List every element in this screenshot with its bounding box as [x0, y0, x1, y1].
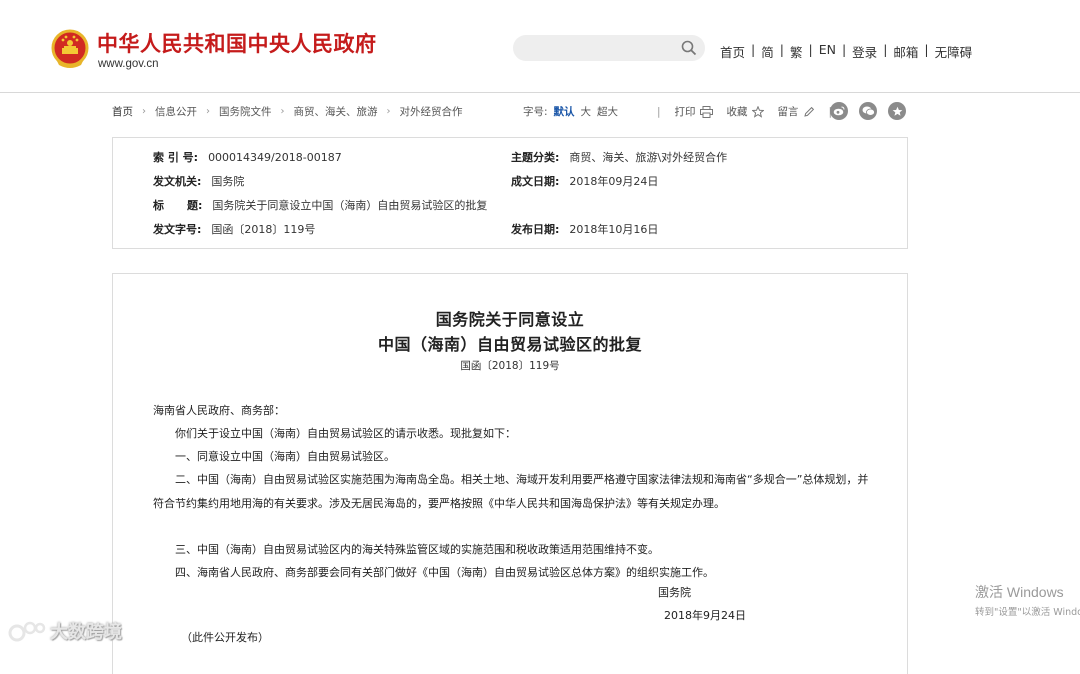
print-label: 打印	[674, 106, 696, 118]
breadcrumb-trade-customs-tourism[interactable]: 商贸、海关、旅游	[294, 104, 378, 119]
site-title[interactable]: 中华人民共和国中央人民政府	[97, 28, 377, 58]
nav-english[interactable]: EN	[819, 42, 836, 61]
share-buttons	[830, 102, 917, 120]
nav-separator: |	[779, 42, 784, 57]
info-category-value: 商贸、海关、旅游\对外经贸合作	[569, 151, 728, 164]
nav-traditional[interactable]: 繁	[790, 42, 803, 61]
info-issuer-value: 国务院	[211, 175, 245, 188]
nav-accessibility[interactable]: 无障碍	[935, 42, 973, 61]
breadcrumb-home[interactable]: 首页	[112, 104, 133, 119]
chevron-right-icon: ›	[386, 106, 391, 117]
info-category-key: 主题分类:	[511, 151, 560, 164]
page-actions: | 打印 收藏 留言 |	[657, 104, 846, 119]
watermark-logo-icon	[8, 621, 46, 642]
divider: |	[657, 105, 661, 118]
nav-login[interactable]: 登录	[852, 42, 877, 61]
weibo-icon[interactable]	[830, 102, 848, 120]
site-url[interactable]: www.gov.cn	[98, 58, 159, 70]
chevron-right-icon: ›	[206, 106, 210, 117]
chevron-right-icon: ›	[280, 106, 285, 117]
nav-separator: |	[924, 42, 929, 57]
article-date: 2018年9月24日	[664, 609, 746, 622]
nav-separator: |	[751, 42, 756, 57]
breadcrumb-info-disclosure[interactable]: 信息公开	[155, 104, 197, 119]
search-icon[interactable]	[681, 40, 697, 56]
activation-subtitle: 转到"设置"以激活 Windows。	[975, 607, 1080, 618]
font-size-label: 字号:	[523, 106, 548, 118]
nav-separator: |	[883, 42, 888, 57]
nav-separator: |	[841, 42, 847, 57]
info-created: 成文日期: 2018年09月24日	[511, 173, 658, 189]
info-index-key: 索 引 号:	[153, 151, 199, 164]
info-issuer: 发文机关: 国务院	[153, 173, 244, 189]
comment-button[interactable]: 留言	[778, 104, 815, 119]
star-icon[interactable]	[888, 102, 906, 120]
font-size-xlarge[interactable]: 超大	[597, 104, 618, 119]
watermark-text: 大数跨境	[50, 622, 122, 643]
star-outline-icon	[751, 105, 764, 118]
printer-icon	[699, 105, 713, 118]
article-signature: 国务院	[658, 586, 691, 599]
info-title-key: 标 题:	[153, 199, 203, 212]
activation-title: 激活 Windows	[975, 584, 1064, 600]
info-published-value: 2018年10月16日	[569, 223, 659, 236]
national-emblem-icon[interactable]	[50, 29, 90, 71]
favorite-label: 收藏	[726, 106, 748, 118]
search-input[interactable]	[513, 35, 705, 61]
chevron-right-icon: ›	[142, 106, 146, 117]
article-body: 国务院关于同意设立 中国（海南）自由贸易试验区的批复 国函〔2018〕119号 …	[112, 273, 908, 674]
info-index: 索 引 号: 000014349/2018-00187	[153, 149, 342, 165]
font-size-selector: 字号: 默认 大 超大	[523, 104, 624, 119]
nav-separator: |	[808, 42, 813, 57]
article-paragraph: 一、同意设立中国（海南）自由贸易试验区。	[175, 450, 395, 463]
breadcrumb-state-council-docs[interactable]: 国务院文件	[219, 104, 272, 119]
breadcrumb-foreign-trade[interactable]: 对外经贸合作	[400, 104, 463, 119]
font-size-large[interactable]: 大	[581, 104, 592, 119]
wechat-icon[interactable]	[859, 102, 877, 120]
info-docno-key: 发文字号:	[153, 223, 202, 236]
document-info-box: 索 引 号: 000014349/2018-00187 主题分类: 商贸、海关、旅游…	[112, 137, 908, 249]
comment-label: 留言	[777, 106, 799, 118]
pencil-icon	[803, 106, 814, 117]
article-salutation: 海南省人民政府、商务部：	[153, 404, 285, 417]
font-size-default[interactable]: 默认	[554, 104, 575, 119]
favorite-button[interactable]: 收藏	[727, 104, 764, 119]
article-paragraph: 四、海南省人民政府、商务部要会同有关部门做好《中国（海南）自由贸易试验区总体方案…	[175, 566, 714, 579]
article-paragraph: 你们关于设立中国（海南）自由贸易试验区的请示收悉。现批复如下：	[175, 427, 516, 440]
print-button[interactable]: 打印	[675, 104, 713, 119]
top-nav: 首页 | 简 | 繁 | EN | 登录 | 邮箱 | 无障碍	[720, 42, 972, 61]
nav-simplified[interactable]: 简	[761, 42, 774, 61]
windows-activation-notice: 激活 Windows 转到"设置"以激活 Windows。	[975, 582, 1080, 618]
info-category: 主题分类: 商贸、海关、旅游\对外经贸合作	[511, 149, 727, 165]
info-index-value: 000014349/2018-00187	[208, 151, 342, 164]
article-doc-number: 国函〔2018〕119号	[460, 360, 560, 372]
info-created-value: 2018年09月24日	[569, 175, 659, 188]
info-title: 标 题: 国务院关于同意设立中国（海南）自由贸易试验区的批复	[153, 197, 487, 213]
info-docno: 发文字号: 国函〔2018〕119号	[153, 221, 315, 237]
nav-mail[interactable]: 邮箱	[893, 42, 918, 61]
article-paragraph: 二、中国（海南）自由贸易试验区实施范围为海南岛全岛。相关土地、海域开发利用要严格…	[153, 473, 869, 510]
nav-home[interactable]: 首页	[720, 42, 745, 61]
info-published: 发布日期: 2018年10月16日	[511, 221, 658, 237]
article-publish-note: （此件公开发布）	[181, 631, 269, 644]
info-published-key: 发布日期:	[511, 223, 560, 236]
breadcrumb-bar: 首页 › 信息公开 › 国务院文件 › 商贸、海关、旅游 › 对外经贸合作 字号…	[112, 102, 908, 122]
site-header: 中华人民共和国中央人民政府 www.gov.cn 首页 | 简 | 繁 | EN…	[0, 0, 1080, 93]
info-issuer-key: 发文机关:	[153, 175, 202, 188]
article-paragraph: 三、中国（海南）自由贸易试验区内的海关特殊监管区域的实施范围和税收政策适用范围维…	[175, 543, 659, 556]
info-created-key: 成文日期:	[511, 175, 560, 188]
info-title-value: 国务院关于同意设立中国（海南）自由贸易试验区的批复	[212, 199, 488, 212]
breadcrumb: 首页 › 信息公开 › 国务院文件 › 商贸、海关、旅游 › 对外经贸合作	[112, 104, 463, 119]
watermark: 大数跨境	[8, 618, 122, 644]
article-title-line1: 国务院关于同意设立	[435, 310, 585, 329]
info-docno-value: 国函〔2018〕119号	[211, 223, 316, 236]
article-title-line2: 中国（海南）自由贸易试验区的批复	[377, 335, 642, 354]
